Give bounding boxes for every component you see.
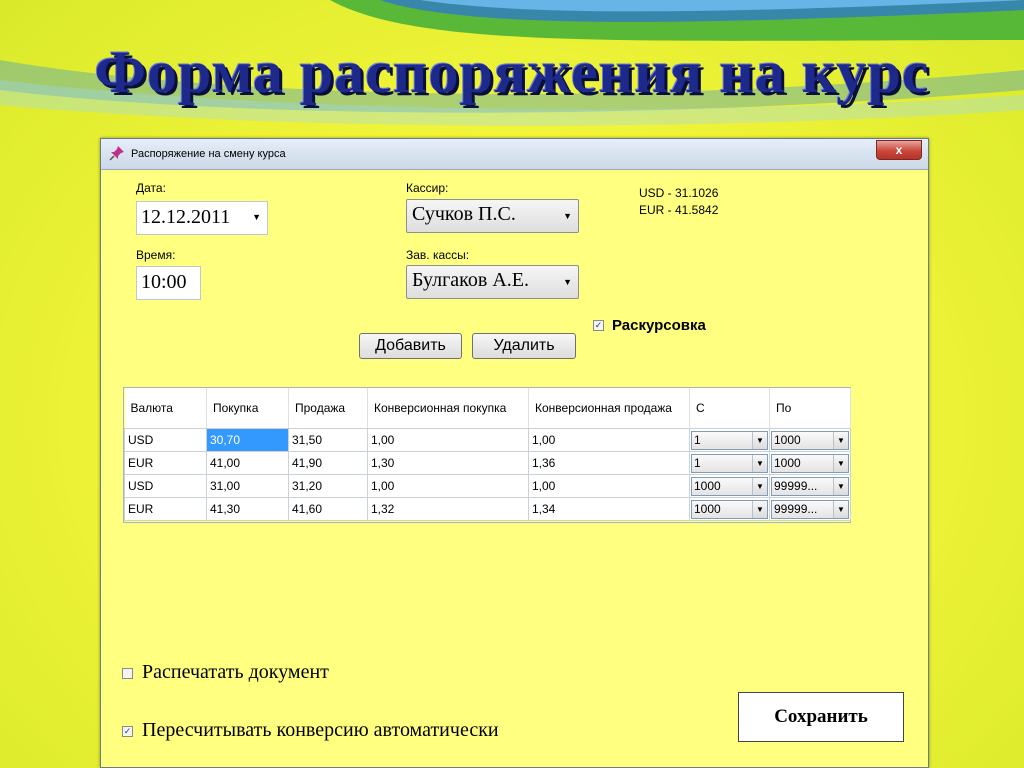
to-value: 99999...: [774, 501, 818, 516]
head-cashier-select[interactable]: Булгаков А.Е. ▼: [406, 265, 579, 299]
pushpin-icon: [109, 146, 124, 161]
delete-button[interactable]: Удалить: [472, 333, 576, 359]
time-input[interactable]: 10:00: [136, 266, 201, 300]
from-value: 1000: [694, 501, 721, 516]
rates-grid: Валюта Покупка Продажа Конверсионная пок…: [123, 387, 851, 523]
rate-usd: USD - 31.1026: [639, 186, 719, 200]
grid-header: Валюта Покупка Продажа Конверсионная пок…: [124, 388, 851, 429]
cell-currency[interactable]: EUR: [124, 451, 207, 475]
time-value: 10:00: [141, 271, 187, 293]
slide-title: Форма распоряжения на курс: [94, 39, 930, 105]
chevron-down-icon[interactable]: ▼: [833, 500, 848, 518]
cell-buy[interactable]: 41,30: [206, 497, 289, 521]
order-window: Распоряжение на смену курса x Дата: 12.1…: [100, 138, 929, 768]
cell-to: 1000 ▼: [769, 428, 851, 452]
column-header-to[interactable]: По: [769, 388, 851, 429]
print-checkbox[interactable]: [122, 668, 133, 679]
cell-currency[interactable]: EUR: [124, 497, 207, 521]
chevron-down-icon[interactable]: ▼: [752, 500, 767, 518]
to-value: 1000: [774, 455, 801, 470]
table-row: USD 30,70 31,50 1,00 1,00 1 ▼ 1000 ▼: [124, 428, 851, 452]
chevron-down-icon[interactable]: ▼: [752, 477, 767, 495]
save-button[interactable]: Сохранить: [738, 692, 904, 742]
cell-buy-selected[interactable]: 30,70: [206, 428, 289, 452]
to-select[interactable]: 1000 ▼: [771, 453, 849, 473]
cell-sell[interactable]: 41,90: [288, 451, 368, 475]
from-value: 1: [694, 432, 701, 447]
from-select[interactable]: 1 ▼: [691, 453, 768, 473]
cell-to: 99999... ▼: [769, 497, 851, 521]
column-header-sell[interactable]: Продажа: [288, 388, 368, 429]
date-picker[interactable]: 12.12.2011 ▼: [136, 201, 268, 235]
time-label: Время:: [136, 248, 176, 262]
column-header-currency[interactable]: Валюта: [124, 388, 207, 429]
cell-from: 1 ▼: [689, 451, 770, 475]
column-header-conv-buy[interactable]: Конверсионная покупка: [367, 388, 529, 429]
from-select[interactable]: 1000 ▼: [691, 476, 768, 496]
cell-conv-sell[interactable]: 1,00: [528, 474, 690, 498]
from-value: 1: [694, 455, 701, 470]
chevron-down-icon[interactable]: ▼: [752, 454, 767, 472]
cell-conv-sell[interactable]: 1,34: [528, 497, 690, 521]
cell-conv-buy[interactable]: 1,00: [367, 428, 529, 452]
to-value: 1000: [774, 432, 801, 447]
print-label: Распечатать документ: [142, 661, 329, 683]
cell-conv-buy[interactable]: 1,32: [367, 497, 529, 521]
table-row: EUR 41,30 41,60 1,32 1,34 1000 ▼ 99999...…: [124, 497, 851, 521]
column-header-from[interactable]: С: [689, 388, 770, 429]
cell-from: 1 ▼: [689, 428, 770, 452]
rate-eur: EUR - 41.5842: [639, 203, 719, 217]
from-value: 1000: [694, 478, 721, 493]
cashier-value: Сучков П.С.: [412, 203, 516, 225]
cell-conv-sell[interactable]: 1,00: [528, 428, 690, 452]
table-row: EUR 41,00 41,90 1,30 1,36 1 ▼ 1000 ▼: [124, 451, 851, 475]
cell-currency[interactable]: USD: [124, 474, 207, 498]
close-button[interactable]: x: [876, 140, 922, 160]
cell-from: 1000 ▼: [689, 497, 770, 521]
date-value: 12.12.2011: [141, 206, 231, 228]
chevron-down-icon[interactable]: ▼: [833, 477, 848, 495]
window-title: Распоряжение на смену курса: [131, 148, 286, 160]
from-select[interactable]: 1 ▼: [691, 430, 768, 450]
rerate-checkbox[interactable]: ✓: [593, 320, 604, 331]
to-select[interactable]: 1000 ▼: [771, 430, 849, 450]
chevron-down-icon: ▼: [563, 211, 572, 221]
to-value: 99999...: [774, 478, 818, 493]
table-row: USD 31,00 31,20 1,00 1,00 1000 ▼ 99999...…: [124, 474, 851, 498]
from-select[interactable]: 1000 ▼: [691, 499, 768, 519]
cell-sell[interactable]: 31,50: [288, 428, 368, 452]
head-cashier-label: Зав. кассы:: [406, 248, 470, 262]
head-cashier-value: Булгаков А.Е.: [412, 269, 529, 291]
cell-to: 1000 ▼: [769, 451, 851, 475]
column-header-buy[interactable]: Покупка: [206, 388, 289, 429]
cell-sell[interactable]: 31,20: [288, 474, 368, 498]
to-select[interactable]: 99999... ▼: [771, 476, 849, 496]
recalc-checkbox[interactable]: ✓: [122, 726, 133, 737]
cell-buy[interactable]: 31,00: [206, 474, 289, 498]
cell-conv-sell[interactable]: 1,36: [528, 451, 690, 475]
cell-conv-buy[interactable]: 1,00: [367, 474, 529, 498]
to-select[interactable]: 99999... ▼: [771, 499, 849, 519]
cell-from: 1000 ▼: [689, 474, 770, 498]
chevron-down-icon: ▼: [252, 212, 261, 222]
chevron-down-icon[interactable]: ▼: [833, 454, 848, 472]
cell-currency[interactable]: USD: [124, 428, 207, 452]
cell-to: 99999... ▼: [769, 474, 851, 498]
cashier-label: Кассир:: [406, 181, 449, 195]
cell-sell[interactable]: 41,60: [288, 497, 368, 521]
date-label: Дата:: [136, 181, 166, 195]
chevron-down-icon[interactable]: ▼: [833, 431, 848, 449]
recalc-label: Пересчитывать конверсию автоматически: [142, 719, 499, 741]
column-header-conv-sell[interactable]: Конверсионная продажа: [528, 388, 690, 429]
cell-conv-buy[interactable]: 1,30: [367, 451, 529, 475]
add-button[interactable]: Добавить: [359, 333, 462, 359]
rerate-label: Раскурсовка: [612, 317, 706, 334]
cashier-select[interactable]: Сучков П.С. ▼: [406, 199, 579, 233]
chevron-down-icon[interactable]: ▼: [752, 431, 767, 449]
cell-buy[interactable]: 41,00: [206, 451, 289, 475]
chevron-down-icon: ▼: [563, 277, 572, 287]
window-titlebar[interactable]: Распоряжение на смену курса x: [101, 139, 928, 170]
